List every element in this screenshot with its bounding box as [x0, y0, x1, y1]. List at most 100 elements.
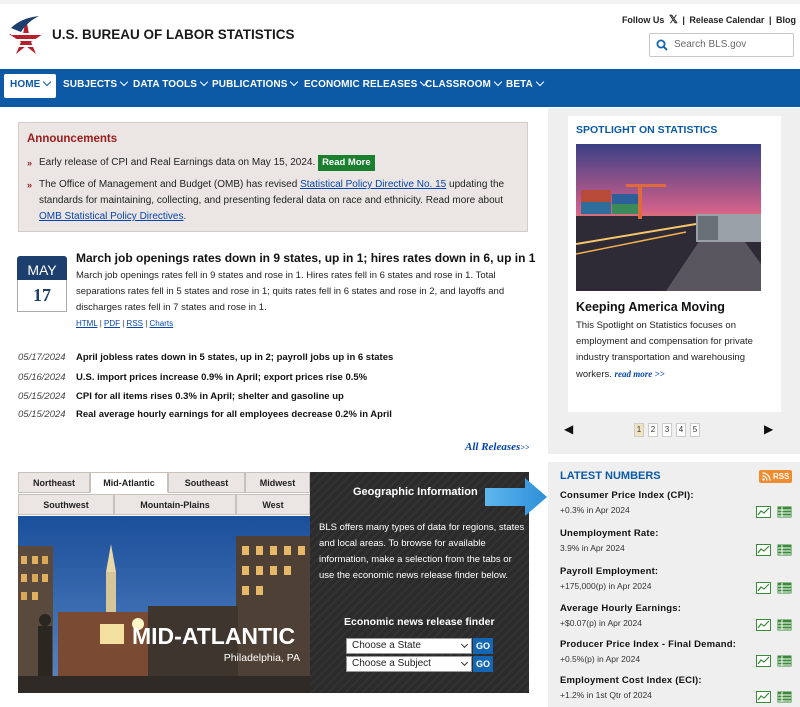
read-more-button[interactable]: Read More — [318, 155, 375, 171]
latest-numbers-heading: LATEST NUMBERS — [560, 470, 661, 482]
page-2[interactable]: 2 — [648, 423, 658, 437]
photo-title: MID-ATLANTIC — [132, 623, 295, 649]
spotlight-heading: SPOTLIGHT ON STATISTICS — [576, 124, 718, 136]
chart-icon[interactable] — [756, 505, 771, 518]
number-label[interactable]: Average Hourly Earnings: — [560, 603, 796, 614]
number-label[interactable]: Unemployment Rate: — [560, 528, 796, 539]
nav-economic-releases[interactable]: ECONOMIC RELEASES — [304, 77, 429, 90]
nav-beta[interactable]: BETA — [506, 77, 545, 90]
nav-home[interactable]: HOME — [4, 74, 56, 98]
geographic-info-title: Geographic Information — [353, 486, 478, 498]
top-links: Follow Us 𝕏 | Release Calendar | Blog — [621, 14, 796, 26]
latest-number-item: Consumer Price Index (CPI): +0.3% in Apr… — [560, 490, 796, 518]
announcement-item: » Early release of CPI and Real Earnings… — [27, 155, 519, 171]
chart-icon[interactable] — [756, 690, 771, 703]
date-calendar-icon: MAY 17 — [17, 256, 67, 312]
page-1[interactable]: 1 — [634, 423, 644, 437]
release-title[interactable]: April jobless rates down in 5 states, up… — [76, 352, 393, 363]
announcement-item: » The Office of Management and Budget (O… — [27, 179, 505, 222]
nav-data-tools[interactable]: DATA TOOLS — [133, 77, 209, 90]
number-label[interactable]: Consumer Price Index (CPI): — [560, 490, 796, 501]
tab-northeast[interactable]: Northeast — [18, 472, 90, 493]
tab-southeast[interactable]: Southeast — [168, 472, 245, 493]
nav-subjects[interactable]: SUBJECTS — [63, 77, 129, 90]
chevron-down-icon — [493, 77, 503, 87]
subject-go-button[interactable]: GO — [473, 656, 493, 672]
omb-directives-link[interactable]: OMB Statistical Policy Directives — [39, 211, 183, 222]
x-icon[interactable]: 𝕏 — [669, 14, 678, 26]
site-title[interactable]: U.S. BUREAU OF LABOR STATISTICS — [52, 27, 295, 42]
number-label[interactable]: Payroll Employment: — [560, 566, 796, 577]
double-chevron-icon: » — [27, 158, 33, 168]
tab-mountain-plains[interactable]: Mountain-Plains — [114, 494, 236, 515]
region-tabs: Northeast Mid-Atlantic Southeast Midwest… — [18, 472, 310, 516]
html-link[interactable]: HTML — [76, 319, 97, 328]
release-row: 05/15/2024 CPI for all items rises 0.3% i… — [18, 391, 344, 402]
subject-select[interactable]: Choose a Subject — [346, 656, 472, 672]
release-calendar-link[interactable]: Release Calendar — [689, 15, 764, 25]
state-go-button[interactable]: GO — [473, 638, 493, 654]
policy-directive-link[interactable]: Statistical Policy Directive No. 15 — [300, 179, 446, 190]
table-icon[interactable] — [777, 505, 792, 518]
all-releases-link[interactable]: All Releases>> — [465, 441, 529, 453]
release-title[interactable]: U.S. import prices increase 0.9% in Apri… — [76, 372, 367, 383]
lead-story-links: HTML | PDF | RSS | Charts — [76, 319, 174, 328]
calendar-day: 17 — [17, 280, 67, 312]
chart-icon[interactable] — [756, 654, 771, 667]
page-3[interactable]: 3 — [662, 423, 672, 437]
tab-southwest[interactable]: Southwest — [18, 494, 114, 515]
read-more-link[interactable]: read more >> — [615, 369, 665, 379]
spotlight-pager: ◀ 1 2 3 4 5 ▶ — [564, 422, 779, 438]
chevron-down-icon — [535, 77, 545, 87]
search-input[interactable]: Search BLS.gov — [649, 33, 794, 57]
release-title[interactable]: Real average hourly earnings for all emp… — [76, 409, 392, 420]
spotlight-title[interactable]: Keeping America Moving — [576, 300, 725, 314]
pdf-link[interactable]: PDF — [104, 319, 120, 328]
table-icon[interactable] — [777, 654, 792, 667]
charts-link[interactable]: Charts — [150, 319, 174, 328]
chart-icon[interactable] — [756, 581, 771, 594]
rss-link[interactable]: RSS — [127, 319, 143, 328]
lead-story-title[interactable]: March job openings rates down in 9 state… — [76, 251, 535, 265]
blog-link[interactable]: Blog — [776, 15, 796, 25]
rss-button[interactable]: RSS — [759, 470, 792, 483]
state-select[interactable]: Choose a State — [346, 638, 472, 654]
page-4[interactable]: 4 — [676, 423, 686, 437]
arrow-right-icon[interactable]: ▶ — [764, 422, 773, 436]
chart-icon[interactable] — [756, 618, 771, 631]
nav-classroom[interactable]: CLASSROOM — [425, 77, 503, 90]
search-icon[interactable] — [656, 39, 668, 54]
release-date: 05/15/2024 — [18, 391, 66, 402]
chevron-down-icon — [460, 640, 469, 649]
table-icon[interactable] — [777, 690, 792, 703]
spotlight-text: This Spotlight on Statistics focuses on … — [576, 320, 753, 380]
release-date: 05/17/2024 — [18, 352, 66, 363]
nav-publications[interactable]: PUBLICATIONS — [212, 77, 299, 90]
spotlight-image[interactable] — [576, 144, 761, 291]
chevron-down-icon — [290, 77, 299, 87]
table-icon[interactable] — [777, 543, 792, 556]
table-icon[interactable] — [777, 581, 792, 594]
tab-midwest[interactable]: Midwest — [245, 472, 310, 493]
number-label[interactable]: Employment Cost Index (ECI): — [560, 675, 796, 686]
table-icon[interactable] — [777, 618, 792, 631]
bls-logo-icon[interactable] — [7, 14, 45, 58]
geographic-info-box: Northeast Mid-Atlantic Southeast Midwest… — [18, 472, 529, 693]
tab-west[interactable]: West — [236, 494, 310, 515]
latest-numbers-panel: LATEST NUMBERS RSS Consumer Price Index … — [548, 462, 800, 707]
release-row: 05/17/2024 April jobless rates down in 5 … — [18, 352, 393, 363]
top-strip — [0, 0, 800, 4]
tab-mid-atlantic[interactable]: Mid-Atlantic — [90, 472, 168, 493]
follow-us-label: Follow Us — [621, 15, 665, 25]
release-row: 05/16/2024 U.S. import prices increase 0.… — [18, 372, 367, 383]
chart-icon[interactable] — [756, 543, 771, 556]
rss-icon — [762, 472, 771, 481]
latest-number-item: Unemployment Rate: 3.9% in Apr 2024 — [560, 528, 796, 556]
release-title[interactable]: CPI for all items rises 0.3% in April; s… — [76, 391, 344, 402]
latest-number-item: Payroll Employment: +175,000(p) in Apr 2… — [560, 566, 796, 594]
search-placeholder: Search BLS.gov — [674, 39, 747, 50]
number-label[interactable]: Producer Price Index - Final Demand: — [560, 639, 796, 650]
chevron-down-icon — [119, 77, 129, 87]
arrow-left-icon[interactable]: ◀ — [564, 422, 573, 436]
page-5[interactable]: 5 — [690, 423, 700, 437]
